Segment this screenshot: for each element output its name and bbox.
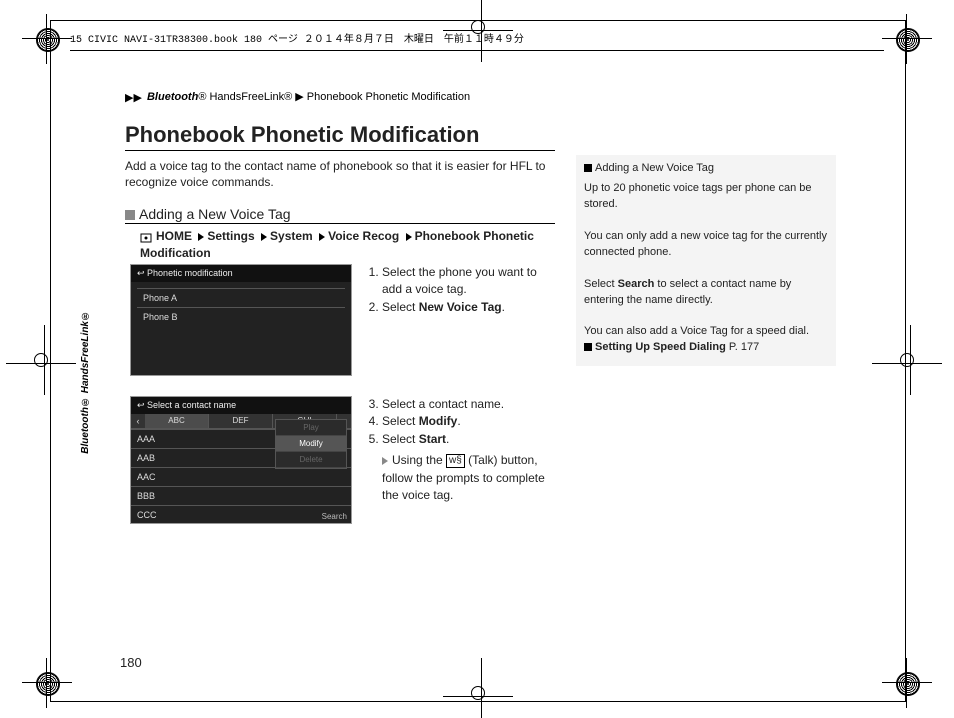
phone-list-item: Phone A	[137, 288, 345, 307]
talk-button-icon: w§	[446, 454, 465, 468]
breadcrumb-segment-2: Phonebook Phonetic Modification	[307, 91, 470, 103]
side-square-icon	[584, 164, 592, 172]
side-paragraph: Up to 20 phonetic voice tags per phone c…	[584, 181, 828, 213]
popup-play: Play	[276, 420, 346, 436]
popup-delete: Delete	[276, 452, 346, 468]
step-5: Select Start.	[382, 431, 558, 448]
alpha-tab: ABC	[145, 414, 209, 428]
link-square-icon	[584, 343, 592, 351]
contact-list-item: CCC	[131, 505, 351, 524]
breadcrumb-arrows-icon: ▶▶	[125, 91, 142, 104]
path-arrow-icon	[319, 233, 325, 241]
screenshot-select-contact: ↩ Select a contact name ‹ ABC DEF GHI › …	[130, 396, 352, 524]
breadcrumb-segment-1-suffix: ® HandsFreeLink®	[198, 91, 292, 103]
side-note-column: Adding a New Voice Tag Up to 20 phonetic…	[576, 155, 836, 366]
side-note-heading: Adding a New Voice Tag	[584, 161, 828, 177]
side-paragraph: You can only add a new voice tag for the…	[584, 229, 828, 261]
screenshot-1-header: ↩ Phonetic modification	[131, 265, 351, 282]
step-5-substep: Using the w§ (Talk) button, follow the p…	[382, 452, 558, 504]
menu-path: HOME Settings System Voice Recog Phonebo…	[140, 228, 552, 262]
substep-arrow-icon	[382, 457, 388, 465]
breadcrumb-segment-1: Bluetooth	[147, 91, 198, 103]
step-4: Select Modify.	[382, 413, 558, 430]
step-3: Select a contact name.	[382, 396, 558, 413]
section-square-bullet-icon	[125, 210, 135, 220]
path-arrow-icon	[198, 233, 204, 241]
tab-back-chevron-icon: ‹	[131, 414, 145, 428]
step-block-1: Select the phone you want to add a voice…	[368, 264, 558, 316]
section-heading-text: Adding a New Voice Tag	[139, 206, 291, 222]
side-paragraph: Select Search to select a contact name b…	[584, 277, 828, 309]
popup-modify: Modify	[276, 436, 346, 452]
nav-home: HOME	[156, 229, 192, 243]
screenshot-phonetic-modification: ↩ Phonetic modification Phone A Phone B	[130, 264, 352, 376]
page-title: Phonebook Phonetic Modification	[125, 122, 555, 151]
page-number: 180	[120, 655, 142, 670]
step-1: Select the phone you want to add a voice…	[382, 264, 558, 299]
book-metadata-line: 15 CIVIC NAVI-31TR38300.book 180 ページ ２０１…	[70, 30, 884, 51]
phone-list-item: Phone B	[137, 307, 345, 326]
alpha-tab: DEF	[209, 414, 273, 428]
side-paragraph: You can also add a Voice Tag for a speed…	[584, 324, 828, 340]
breadcrumb: ▶▶ Bluetooth® HandsFreeLink® ▶ Phonebook…	[125, 90, 470, 104]
home-button-icon	[140, 231, 152, 243]
intro-paragraph: Add a voice tag to the contact name of p…	[125, 158, 555, 190]
chapter-side-label: Bluetooth® HandsFreeLink®	[80, 310, 91, 454]
section-heading: Adding a New Voice Tag	[125, 206, 555, 224]
search-label: Search	[322, 512, 347, 521]
contact-list-item: BBB	[131, 486, 351, 505]
page-root: 15 CIVIC NAVI-31TR38300.book 180 ページ ２０１…	[0, 0, 954, 718]
screenshot-2-header: ↩ Select a contact name	[131, 397, 351, 414]
nav-settings: Settings	[207, 229, 254, 243]
step-2: Select New Voice Tag.	[382, 299, 558, 316]
contact-list-item: AAC	[131, 467, 351, 486]
side-cross-reference: Setting Up Speed Dialing P. 177	[584, 340, 828, 356]
context-popup: Play Modify Delete	[275, 419, 347, 469]
path-arrow-icon	[261, 233, 267, 241]
step-block-2: Select a contact name. Select Modify. Se…	[368, 396, 558, 504]
nav-voice-recog: Voice Recog	[328, 229, 399, 243]
path-arrow-icon	[406, 233, 412, 241]
breadcrumb-sep-icon: ▶	[295, 91, 303, 103]
nav-system: System	[270, 229, 313, 243]
